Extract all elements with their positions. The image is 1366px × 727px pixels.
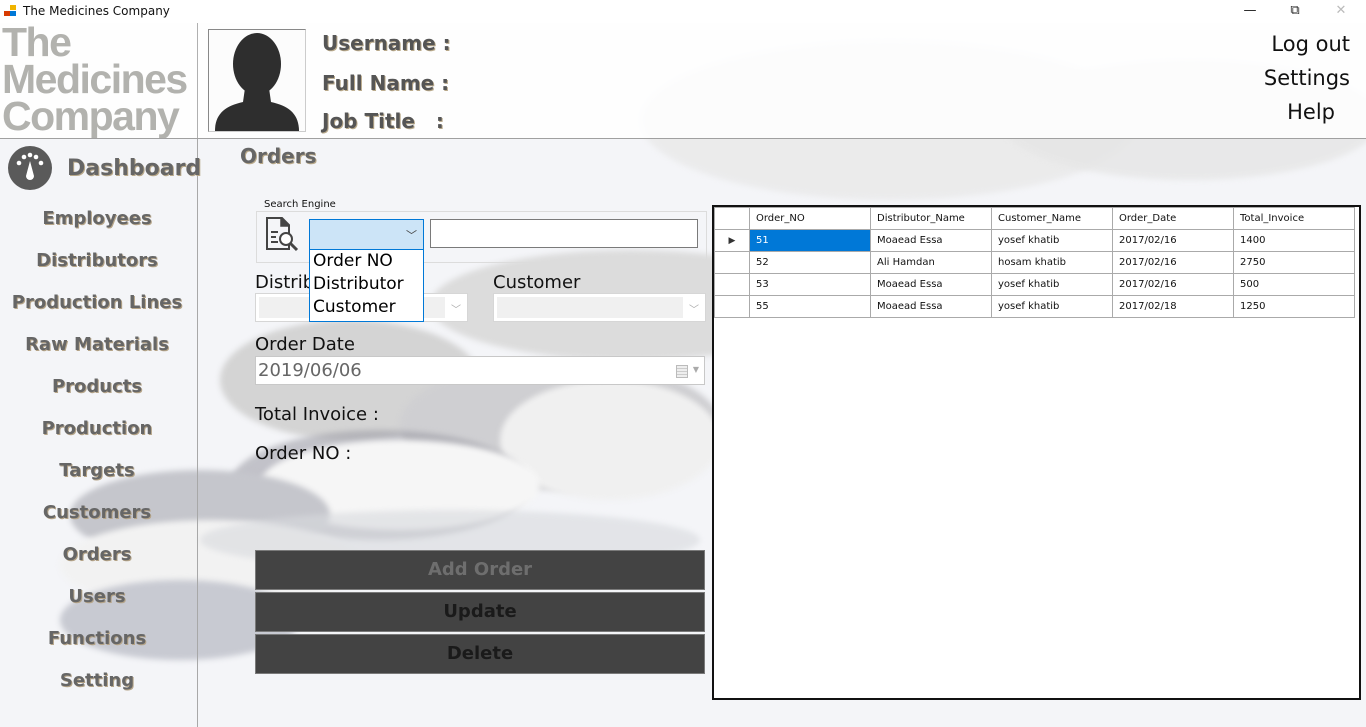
minimize-button[interactable]: — (1227, 0, 1273, 23)
close-button[interactable]: ✕ (1318, 0, 1364, 23)
row-header-corner (714, 207, 750, 230)
settings-link[interactable]: Settings (1264, 66, 1350, 90)
sidebar-item-raw-materials[interactable]: Raw Materials (0, 334, 194, 355)
table-cell[interactable]: yosef khatib (991, 229, 1113, 252)
orders-table: Order_NO Distributor_Name Customer_Name … (714, 207, 1355, 318)
table-row[interactable]: ▶ 51 Moaead Essa yosef khatib 2017/02/16… (714, 229, 1355, 252)
dropdown-option-order-no[interactable]: Order NO (310, 250, 423, 273)
restore-icon: ⧉ (1290, 3, 1300, 18)
order-no-label: Order NO : (255, 443, 352, 464)
table-cell[interactable]: hosam khatib (991, 251, 1113, 274)
sidebar-item-users[interactable]: Users (0, 586, 194, 607)
divider (197, 23, 198, 139)
chevron-down-icon: ﹀ (406, 229, 417, 242)
row-header[interactable] (714, 251, 750, 274)
search-engine-label: Search Engine (264, 199, 336, 210)
help-link[interactable]: Help (1287, 100, 1335, 124)
sidebar-item-targets[interactable]: Targets (0, 460, 194, 481)
sidebar-item-production[interactable]: Production (0, 418, 194, 439)
sidebar-item-orders[interactable]: Orders (0, 544, 194, 565)
chevron-down-icon: ﹀ (689, 305, 699, 316)
window-title: The Medicines Company (23, 4, 170, 18)
table-cell[interactable]: yosef khatib (991, 273, 1113, 296)
column-header-customer-name[interactable]: Customer_Name (991, 207, 1113, 230)
column-header-distributor-name[interactable]: Distributor_Name (870, 207, 992, 230)
table-cell[interactable]: 2017/02/16 (1112, 251, 1234, 274)
delete-button[interactable]: Delete (255, 634, 705, 674)
sidebar-item-employees[interactable]: Employees (0, 208, 194, 229)
sidebar-item-distributors[interactable]: Distributors (0, 250, 194, 271)
table-cell[interactable]: 500 (1233, 273, 1355, 296)
search-input[interactable] (430, 219, 698, 248)
table-cell[interactable]: Moaead Essa (870, 295, 992, 318)
row-header[interactable] (714, 295, 750, 318)
table-cell[interactable]: 53 (749, 273, 871, 296)
sidebar-item-customers[interactable]: Customers (0, 502, 194, 523)
chevron-down-icon: ﹀ (451, 305, 461, 316)
table-row[interactable]: 53 Moaead Essa yosef khatib 2017/02/16 5… (714, 273, 1355, 296)
table-cell[interactable]: Moaead Essa (870, 273, 992, 296)
table-row[interactable]: 52 Ali Hamdan hosam khatib 2017/02/16 27… (714, 251, 1355, 274)
avatar (208, 29, 306, 132)
page-title: Orders (240, 144, 317, 168)
table-cell[interactable]: 52 (749, 251, 871, 274)
order-date-label: Order Date (255, 334, 355, 355)
column-header-total-invoice[interactable]: Total_Invoice (1233, 207, 1355, 230)
table-cell[interactable]: 1400 (1233, 229, 1355, 252)
fullname-label: Full Name : (322, 71, 450, 95)
order-date-value: 2019/06/06 (258, 360, 362, 381)
jobtitle-label: Job Title : (322, 109, 444, 133)
sidebar-item-setting[interactable]: Setting (0, 670, 194, 691)
order-date-picker[interactable]: 2019/06/06 ▼ (255, 356, 705, 385)
column-header-order-no[interactable]: Order_NO (749, 207, 871, 230)
dropdown-option-distributor[interactable]: Distributor (310, 273, 423, 296)
row-header[interactable] (714, 273, 750, 296)
customer-label: Customer (493, 272, 581, 293)
document-search-icon (264, 215, 302, 255)
table-cell[interactable]: 2017/02/18 (1112, 295, 1234, 318)
sidebar-item-production-lines[interactable]: Production Lines (0, 292, 194, 313)
table-cell[interactable]: 2017/02/16 (1112, 229, 1234, 252)
dropdown-option-customer[interactable]: Customer (310, 296, 423, 319)
current-row-indicator-icon[interactable]: ▶ (714, 229, 750, 252)
user-silhouette-icon (215, 33, 299, 131)
column-header-order-date[interactable]: Order_Date (1112, 207, 1234, 230)
table-cell[interactable]: 1250 (1233, 295, 1355, 318)
table-cell[interactable]: yosef khatib (991, 295, 1113, 318)
calendar-icon (676, 365, 688, 378)
table-cell[interactable]: 51 (749, 229, 871, 252)
sidebar-item-products[interactable]: Products (0, 376, 194, 397)
sidebar-item-dashboard[interactable]: Dashboard (67, 156, 201, 181)
add-order-button[interactable]: Add Order (255, 550, 705, 590)
update-button[interactable]: Update (255, 592, 705, 632)
customer-select[interactable]: ﹀ (493, 293, 706, 322)
header-divider (0, 138, 1366, 139)
logout-link[interactable]: Log out (1271, 32, 1350, 56)
table-cell[interactable]: 55 (749, 295, 871, 318)
search-field-dropdown: Order NO Distributor Customer (309, 249, 424, 322)
table-row[interactable]: 55 Moaead Essa yosef khatib 2017/02/18 1… (714, 295, 1355, 318)
sidebar-divider (197, 139, 198, 727)
table-cell[interactable]: Moaead Essa (870, 229, 992, 252)
logo-line: Company (2, 93, 180, 139)
minimize-icon: — (1243, 3, 1257, 18)
sidebar-item-functions[interactable]: Functions (0, 628, 194, 649)
dropdown-arrow-icon: ▼ (692, 365, 699, 374)
search-field-combo[interactable]: ﹀ (309, 219, 424, 250)
table-cell[interactable]: 2017/02/16 (1112, 273, 1234, 296)
dashboard-gauge-icon (8, 146, 52, 190)
table-header-row: Order_NO Distributor_Name Customer_Name … (714, 207, 1355, 230)
orders-grid[interactable]: Order_NO Distributor_Name Customer_Name … (712, 205, 1361, 700)
table-cell[interactable]: Ali Hamdan (870, 251, 992, 274)
table-cell[interactable]: 2750 (1233, 251, 1355, 274)
restore-button[interactable]: ⧉ (1272, 0, 1318, 23)
total-invoice-label: Total Invoice : (255, 404, 379, 425)
close-icon: ✕ (1335, 3, 1347, 18)
title-bar: The Medicines Company — ⧉ ✕ (0, 0, 1366, 23)
username-label: Username : (322, 31, 451, 55)
app-icon (4, 5, 17, 17)
company-logo: The Medicines Company (2, 22, 188, 139)
header (0, 23, 1366, 138)
